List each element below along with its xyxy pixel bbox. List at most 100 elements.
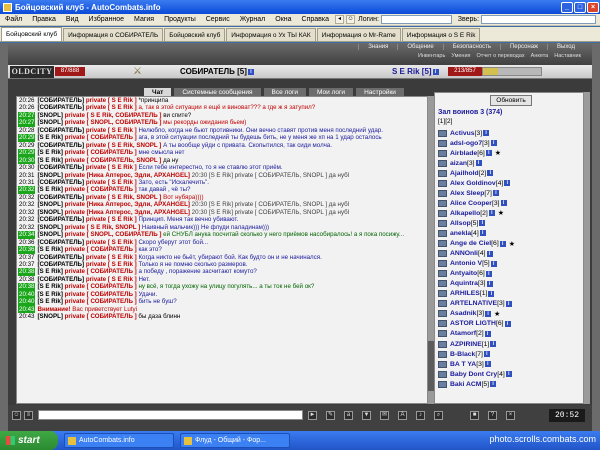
chat-nick[interactable]: [S E Rik] (37, 157, 62, 164)
browser-tab[interactable]: Информация о Ух ТЫ КАК (226, 28, 316, 41)
enemy-character-name[interactable]: S E Rik [5] i (392, 67, 439, 76)
chat-timestamp[interactable]: 20:40 (18, 298, 36, 306)
zver-select[interactable] (481, 15, 596, 24)
topnav-sublink[interactable]: Анкета (528, 53, 552, 59)
user-list-item[interactable]: B-Black [7] i (438, 349, 578, 359)
chat-tab[interactable]: Мои логи (308, 87, 355, 96)
user-list-item[interactable]: Allsop [5] i (438, 218, 578, 228)
chat-timestamp[interactable]: 20:40 (18, 290, 36, 299)
user-name[interactable]: B-Black (450, 351, 475, 358)
user-name[interactable]: aizan (450, 160, 467, 167)
chat-private-target[interactable]: private [ СОБИРАТЕЛЬ, SNOPL ] (65, 157, 162, 164)
menu-item[interactable]: Избранное (84, 16, 129, 23)
taskbar-item[interactable]: AutoCombats.info (64, 433, 174, 448)
user-list-item[interactable]: ARTELNATIVE [3] i (438, 299, 578, 309)
topnav-link[interactable]: Выход (547, 44, 584, 50)
info-icon[interactable]: i (492, 190, 499, 197)
chat-private-target[interactable]: private [ S E Rik ] (86, 97, 137, 104)
refresh-button[interactable]: Обновить (490, 95, 532, 106)
chat-nick[interactable]: [SNOPL] (37, 313, 62, 320)
user-list-item[interactable]: aizan [3] i (438, 158, 578, 168)
browser-tab[interactable]: Информация о S E Rik (401, 28, 481, 41)
chat-nick[interactable]: [СОБИРАТЕЛЬ] (37, 104, 84, 111)
user-list-item[interactable]: Alex Goldinov [4] i (438, 178, 578, 188)
menu-item[interactable]: Продукты (159, 16, 201, 23)
chat-nick[interactable]: [СОБИРАТЕЛЬ] (37, 261, 84, 268)
chat-private-target[interactable]: private [ S E Rik ] (86, 179, 137, 186)
info-icon[interactable]: i (490, 260, 497, 267)
browser-tab[interactable]: Бойцовский клуб (164, 28, 226, 41)
chat-timestamp[interactable]: 20:32 (18, 194, 35, 201)
user-list-item[interactable]: adsl-ogo7 [3] i (438, 138, 578, 148)
user-name[interactable]: Aquintra (450, 280, 478, 287)
topnav-link[interactable]: Знания (358, 44, 397, 50)
user-name[interactable]: Alice Cooper (450, 200, 492, 207)
zoom-icon[interactable]: ⌕ (434, 411, 443, 420)
chat-timestamp[interactable]: 20:32 (18, 224, 35, 231)
chat-nick[interactable]: [СОБИРАТЕЛЬ] (37, 97, 84, 104)
chat-private-target[interactable]: private [ S E Rik ] (86, 164, 137, 171)
info-icon[interactable]: i (490, 381, 497, 388)
login-input[interactable] (380, 15, 452, 24)
chat-nick[interactable]: [SNOPL] (37, 112, 62, 119)
user-name[interactable]: Ange de Ciel (450, 240, 491, 247)
chat-private-target[interactable]: private [ СОБИРАТЕЛЬ ] (65, 186, 137, 193)
chat-timestamp[interactable]: 20:36 (18, 246, 36, 254)
user-list-item[interactable]: Aquintra [3] i (438, 279, 578, 289)
chat-private-target[interactable]: private [ S E Rik ] (86, 104, 137, 111)
user-name[interactable]: Allsop (450, 220, 471, 227)
user-name[interactable]: Antonio V (450, 260, 482, 267)
user-name[interactable]: Alex Sleep (450, 190, 484, 197)
menu-item[interactable]: Вид (61, 16, 84, 23)
user-list-item[interactable]: Atamorf [2] i (438, 329, 578, 339)
user-list-item[interactable]: Ajailhold [2] i (438, 168, 578, 178)
browser-tab[interactable]: Информация о Mr-Rame (316, 28, 401, 41)
log-icon[interactable]: ✉ (380, 411, 389, 420)
chat-timestamp[interactable]: 20:32 (18, 216, 35, 223)
menu-item[interactable]: Сервис (201, 16, 235, 23)
user-list-item[interactable]: ARHILES [1] i (438, 289, 578, 299)
user-list-item[interactable]: Ange de Ciel [6] i ★ (438, 239, 578, 249)
menu-item[interactable]: Журнал (235, 16, 271, 23)
chat-private-target[interactable]: private [ S E Rik ] (86, 261, 137, 268)
info-icon[interactable]: i (485, 150, 492, 157)
chat-private-target[interactable]: Внимание! (37, 306, 70, 313)
chat-private-target[interactable]: private [ СОБИРАТЕЛЬ ] (65, 291, 137, 298)
user-list-item[interactable]: AZPIRINE [1] i (438, 339, 578, 349)
chat-timestamp[interactable]: 20:32 (18, 209, 35, 216)
user-name[interactable]: adsl-ogo7 (450, 140, 482, 147)
chat-nick[interactable]: [SNOPL] (37, 172, 62, 179)
info-icon[interactable]: i (505, 300, 512, 307)
chat-tab[interactable]: Настройки (355, 87, 405, 96)
user-list-item[interactable]: Activus [3] i (438, 128, 578, 138)
user-name[interactable]: ARTELNATIVE (450, 300, 497, 307)
user-list-item[interactable]: Alex Sleep [7] i (438, 188, 578, 198)
info-icon[interactable]: i (483, 351, 490, 358)
chat-private-target[interactable]: private [ S E Rik ] (86, 239, 137, 246)
chat-timestamp[interactable]: 20:32 (18, 201, 35, 208)
info-icon[interactable]: i (490, 140, 497, 147)
chat-private-target[interactable]: private [ S E Rik, SNOPL ] (86, 142, 162, 149)
menu-item[interactable]: Правка (27, 16, 61, 23)
user-list-item[interactable]: Asadnik [3] i ★ (438, 309, 578, 319)
chat-private-target[interactable]: private [Ника Аптерос, Эдли, АРХАНGEL] (65, 201, 190, 208)
info-icon[interactable]: i (485, 270, 492, 277)
chat-nick[interactable]: [SNOPL] (37, 231, 62, 238)
user-name[interactable]: Airblade (450, 150, 477, 157)
chat-timestamp[interactable]: 20:26 (18, 97, 35, 104)
chat-private-target[interactable]: private [ S E Rik, SNOPL ] (86, 194, 162, 201)
chat-timestamp[interactable]: 20:34 (18, 231, 36, 239)
chat-timestamp[interactable]: 20:27 (18, 119, 36, 127)
chat-nick[interactable]: [S E Rik] (37, 268, 62, 275)
exit-icon[interactable]: × (506, 411, 515, 420)
user-list-scrollbar[interactable] (584, 92, 590, 404)
chat-private-target[interactable]: private [ SNOPL, СОБИРАТЕЛЬ ] (65, 231, 162, 238)
chat-timestamp[interactable]: 20:43 (18, 305, 36, 314)
menu-icon[interactable]: ≡ (24, 411, 33, 420)
user-name[interactable]: Alex Goldinov (450, 180, 496, 187)
chat-timestamp[interactable]: 20:36 (18, 239, 35, 246)
my-character-name[interactable]: СОБИРАТЕЛЬ [5] i (180, 67, 254, 76)
room-pagination[interactable]: [1][2] (438, 118, 452, 125)
menu-item[interactable]: Справка (297, 16, 334, 23)
chat-timestamp[interactable]: 20:27 (18, 111, 36, 120)
